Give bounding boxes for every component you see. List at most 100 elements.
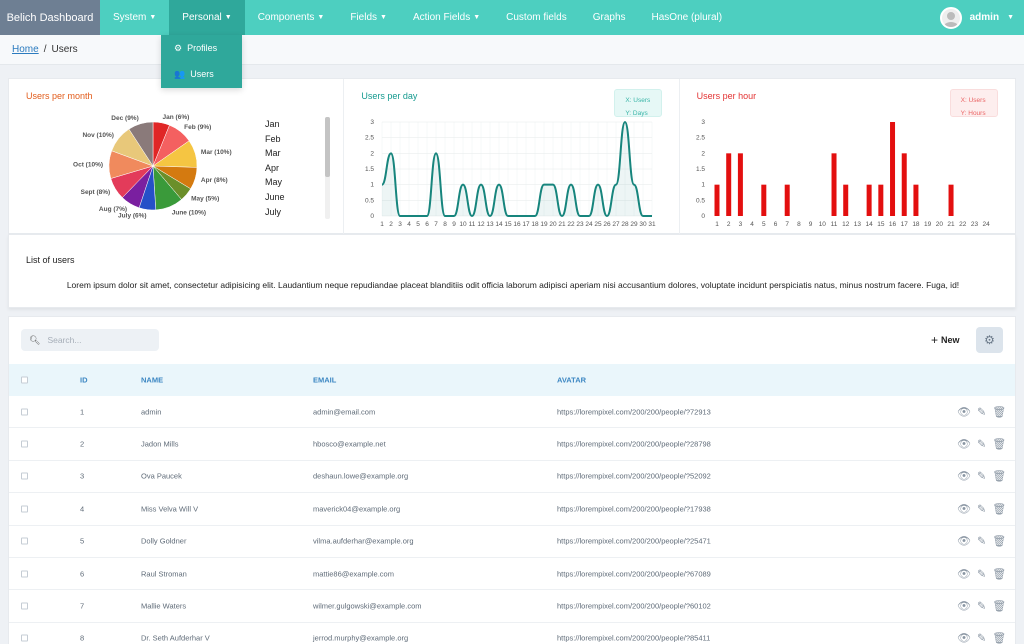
trash-icon[interactable]: 🗑︎	[992, 567, 1006, 580]
eye-icon[interactable]: 👁︎	[957, 470, 971, 483]
y-tick-label: 2	[701, 150, 705, 157]
row-checkbox[interactable]	[21, 472, 28, 480]
row-checkbox[interactable]	[21, 634, 28, 642]
bar	[901, 153, 907, 216]
month-list-scrollbar[interactable]	[325, 117, 330, 219]
table-options-button[interactable]: ⚙	[976, 327, 1003, 353]
dropdown-item-label: Users	[190, 69, 214, 79]
x-tick-label: 26	[604, 221, 612, 228]
row-checkbox[interactable]	[21, 570, 28, 578]
edit-icon[interactable]: ✎	[977, 405, 986, 418]
top-navbar: Belich Dashboard System ▼ Personal ▼ Compone…	[0, 0, 1024, 35]
table-row[interactable]: 7 Mallie Waters wilmer.gulgowski@example.c…	[9, 590, 1015, 623]
month-list-item[interactable]: Mar	[265, 146, 285, 161]
trash-icon[interactable]: 🗑︎	[992, 405, 1006, 418]
breadcrumb-home-link[interactable]: Home	[12, 44, 39, 55]
x-tick-label: 9	[453, 221, 457, 228]
trash-icon[interactable]: 🗑︎	[992, 632, 1006, 644]
nav-item-hasone-plural[interactable]: HasOne (plural)	[639, 0, 736, 35]
user-menu[interactable]: admin ▼	[939, 6, 1024, 29]
column-header-email[interactable]: EMAIL	[313, 376, 336, 385]
edit-icon[interactable]: ✎	[977, 470, 986, 483]
nav-item-label: Custom fields	[506, 12, 567, 23]
row-checkbox[interactable]	[21, 408, 28, 416]
pie-slice-label: Feb (9%)	[184, 124, 211, 131]
search-input[interactable]	[47, 335, 148, 345]
edit-icon[interactable]: ✎	[977, 535, 986, 548]
nav-item-components[interactable]: Components ▼	[245, 0, 338, 35]
table-row[interactable]: 2 Jadon Mills hbosco@example.net https://lo…	[9, 428, 1015, 461]
month-list-item[interactable]: May	[265, 175, 285, 190]
x-tick-label: 12	[478, 221, 486, 228]
column-header-id[interactable]: ID	[80, 376, 88, 385]
nav-item-fields[interactable]: Fields ▼	[337, 0, 400, 35]
trash-icon[interactable]: 🗑︎	[992, 470, 1006, 483]
edit-icon[interactable]: ✎	[977, 438, 986, 451]
cell-name: admin	[141, 407, 162, 417]
eye-icon[interactable]: 👁︎	[957, 535, 971, 548]
new-button[interactable]: + New	[931, 333, 960, 347]
chevron-down-icon: ▼	[380, 14, 387, 21]
chevron-down-icon: ▼	[224, 14, 232, 21]
eye-icon[interactable]: 👁︎	[957, 502, 971, 515]
x-tick-label: 15	[877, 221, 885, 228]
line-chart: 00.511.522.531 2 3 4 5 6 7 8 9 10 11 12 13 14 15 16 17 18…	[365, 119, 656, 228]
y-tick-label: 0.5	[696, 197, 705, 204]
brand-logo[interactable]: Belich Dashboard	[0, 0, 100, 35]
month-list-item[interactable]: Apr	[265, 161, 285, 176]
month-list-item[interactable]: Jan	[265, 117, 285, 132]
pie-slice-label: Aug (7%)	[99, 206, 127, 213]
bar	[842, 184, 848, 216]
select-all-checkbox[interactable]	[21, 376, 28, 384]
table-row[interactable]: 6 Raul Stroman mattie86@example.com https:/…	[9, 558, 1015, 591]
nav-item-label: Components	[257, 12, 315, 23]
trash-icon[interactable]: 🗑︎	[992, 600, 1006, 613]
edit-icon[interactable]: ✎	[977, 600, 986, 613]
month-list[interactable]: Jan Feb Mar Apr May June July	[265, 117, 285, 219]
pie-slice-label: Apr (8%)	[201, 177, 228, 184]
dropdown-item-profiles[interactable]: ⚙ Profiles	[161, 35, 242, 61]
avatar[interactable]	[939, 6, 962, 29]
bar	[913, 184, 919, 216]
trash-icon[interactable]: 🗑︎	[992, 438, 1006, 451]
eye-icon[interactable]: 👁︎	[957, 405, 971, 418]
nav-item-graphs[interactable]: Graphs	[580, 0, 639, 35]
column-header-name[interactable]: NAME	[141, 376, 163, 385]
cell-avatar: https://lorempixel.com/200/200/people/?8…	[557, 633, 711, 643]
trash-icon[interactable]: 🗑︎	[992, 502, 1006, 515]
dropdown-item-users[interactable]: 👥 Users	[161, 61, 242, 87]
search-box[interactable]: 🔍︎	[21, 329, 159, 351]
dropdown-item-label: Profiles	[187, 43, 218, 53]
table-row[interactable]: 8 Dr. Seth Aufderhar V jerrod.murphy@examp…	[9, 623, 1015, 644]
trash-icon[interactable]: 🗑︎	[992, 535, 1006, 548]
row-checkbox[interactable]	[21, 505, 28, 513]
x-tick-label: 4	[750, 221, 754, 228]
nav-item-personal[interactable]: Personal ▼	[169, 0, 245, 35]
edit-icon[interactable]: ✎	[977, 632, 986, 644]
column-header-avatar[interactable]: AVATAR	[557, 376, 586, 385]
eye-icon[interactable]: 👁︎	[957, 600, 971, 613]
eye-icon[interactable]: 👁︎	[957, 632, 971, 644]
user-name[interactable]: admin	[970, 12, 999, 23]
nav-item-custom-fields[interactable]: Custom fields	[493, 0, 580, 35]
nav-item-action-fields[interactable]: Action Fields ▼	[400, 0, 493, 35]
row-checkbox[interactable]	[21, 440, 28, 448]
nav-item-system[interactable]: System ▼	[100, 0, 169, 35]
month-list-item[interactable]: Feb	[265, 132, 285, 147]
month-list-item[interactable]: July	[265, 205, 285, 220]
eye-icon[interactable]: 👁︎	[957, 567, 971, 580]
y-tick-label: 1	[701, 182, 705, 189]
eye-icon[interactable]: 👁︎	[957, 438, 971, 451]
edit-icon[interactable]: ✎	[977, 502, 986, 515]
table-row[interactable]: 1 admin admin@email.com https://lorempixel.…	[9, 396, 1015, 429]
row-checkbox[interactable]	[21, 537, 28, 545]
scrollbar-thumb[interactable]	[325, 117, 330, 177]
month-list-item[interactable]: June	[265, 190, 285, 205]
table-row[interactable]: 5 Dolly Goldner vilma.aufderhar@example.or…	[9, 526, 1015, 558]
x-tick-label: 19	[924, 221, 932, 228]
row-actions: 👁︎ ✎ 🗑︎	[957, 600, 1006, 613]
table-row[interactable]: 4 Miss Velva Will V maverick04@example.org…	[9, 493, 1015, 526]
row-checkbox[interactable]	[21, 602, 28, 610]
table-row[interactable]: 3 Ova Paucek deshaun.lowe@example.org https…	[9, 461, 1015, 494]
edit-icon[interactable]: ✎	[977, 567, 986, 580]
